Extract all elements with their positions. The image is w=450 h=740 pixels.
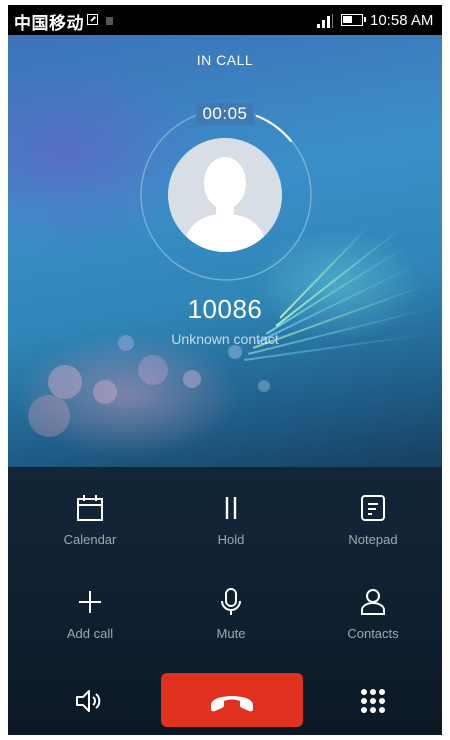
person-silhouette-icon bbox=[168, 138, 282, 252]
hold-label: Hold bbox=[217, 532, 245, 547]
phone-hangup-icon bbox=[211, 696, 253, 712]
battery-icon bbox=[341, 14, 366, 26]
add-call-button[interactable]: Add call bbox=[30, 587, 150, 641]
status-time: 10:58 AM bbox=[370, 12, 434, 29]
mute-label: Mute bbox=[216, 626, 246, 641]
avatar bbox=[168, 138, 282, 252]
pause-icon bbox=[225, 497, 237, 519]
status-bar: 中国移动 10:58 AM bbox=[8, 5, 442, 35]
calendar-label: Calendar bbox=[63, 532, 117, 547]
mute-button[interactable]: Mute bbox=[171, 587, 291, 641]
notepad-icon bbox=[361, 495, 385, 521]
speaker-icon[interactable] bbox=[74, 688, 104, 714]
contacts-button[interactable]: Contacts bbox=[313, 587, 433, 641]
calendar-icon bbox=[77, 495, 103, 521]
call-state-label: IN CALL bbox=[196, 52, 254, 68]
notepad-button[interactable]: Notepad bbox=[313, 493, 433, 547]
call-timer: 00:05 bbox=[202, 104, 248, 123]
contact-name: Unknown contact bbox=[171, 331, 279, 347]
plus-icon bbox=[79, 591, 101, 613]
end-call-button[interactable] bbox=[161, 673, 303, 727]
edit-notification-icon bbox=[87, 14, 98, 25]
contacts-label: Contacts bbox=[347, 626, 399, 641]
hold-button[interactable]: Hold bbox=[171, 493, 291, 547]
microphone-icon bbox=[221, 588, 241, 615]
phone-number: 10086 bbox=[187, 294, 263, 324]
signal-icon bbox=[317, 14, 335, 28]
add-call-label: Add call bbox=[66, 626, 114, 641]
calendar-button[interactable]: Calendar bbox=[30, 493, 150, 547]
carrier-name: 中国移动 bbox=[14, 14, 84, 34]
notification-icon bbox=[106, 17, 113, 25]
notepad-label: Notepad bbox=[348, 532, 398, 547]
person-icon bbox=[361, 589, 385, 615]
dialpad-icon[interactable] bbox=[360, 688, 386, 714]
